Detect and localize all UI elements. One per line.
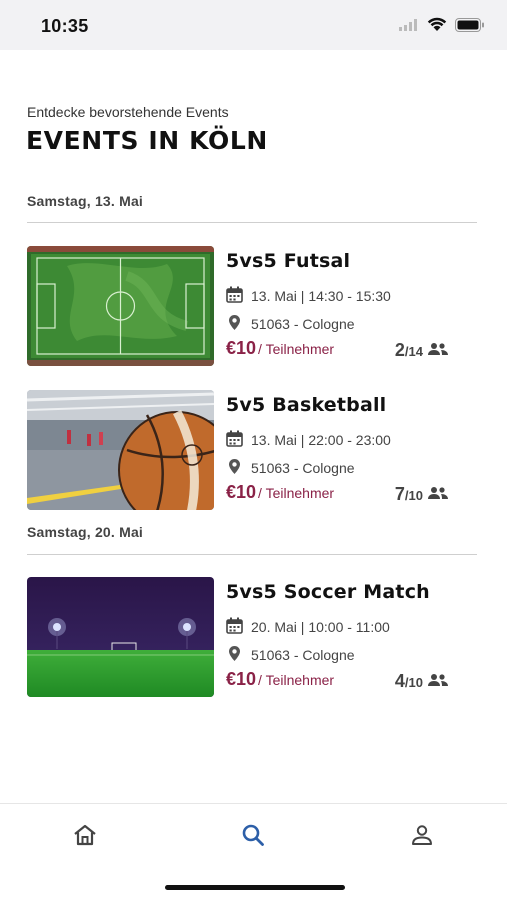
calendar-icon: [226, 286, 251, 306]
event-title: 5v5 Basketball: [226, 394, 387, 416]
event-datetime-row: 20. Mai | 10:00 - 11:00: [226, 617, 390, 637]
participants-taken: 7: [394, 484, 405, 504]
event-location-row: 51063 - Cologne: [226, 314, 355, 334]
event-location-row: 51063 - Cologne: [226, 645, 355, 665]
participant-count: 2 /14: [395, 340, 449, 361]
participant-count: 4 /10: [395, 671, 449, 692]
price-amount: €10: [226, 482, 257, 502]
price-unit: / Teilnehmer: [258, 341, 335, 357]
event-card-basketball[interactable]: 5v5 Basketball 13. Mai | 22:00 - 23:00 5…: [27, 390, 479, 510]
event-price: €10 / Teilnehmer: [226, 669, 334, 690]
price-unit: / Teilnehmer: [258, 485, 335, 501]
calendar-icon: [226, 430, 251, 450]
participants-taken: 2: [394, 340, 405, 360]
home-indicator: [165, 885, 345, 890]
home-icon: [72, 823, 98, 852]
nav-search-button[interactable]: [237, 821, 269, 853]
location-pin-icon: [226, 314, 251, 334]
location-pin-icon: [226, 458, 251, 478]
event-price: €10 / Teilnehmer: [226, 482, 334, 503]
participants-taken: 4: [394, 671, 405, 691]
event-info: 5vs5 Futsal 13. Mai | 14:30 - 15:30 5106…: [226, 246, 479, 366]
status-time: 10:35: [41, 16, 89, 36]
futsal-field-photo: [27, 246, 214, 366]
battery-icon: [455, 17, 485, 37]
event-datetime: 13. Mai | 22:00 - 23:00: [251, 432, 391, 448]
event-info: 5vs5 Soccer Match 20. Mai | 10:00 - 11:0…: [226, 577, 479, 697]
divider: [27, 554, 477, 555]
event-info: 5v5 Basketball 13. Mai | 22:00 - 23:00 5…: [226, 390, 479, 510]
soccer-night-photo: [27, 577, 214, 697]
event-title: 5vs5 Soccer Match: [226, 581, 430, 603]
location-pin-icon: [226, 645, 251, 665]
signal-icon: [399, 18, 419, 36]
status-bar: 10:35: [0, 0, 507, 50]
participant-count: 7 /10: [395, 484, 449, 505]
page-title: EVENTS IN KÖLN: [26, 126, 268, 155]
event-location: 51063 - Cologne: [251, 316, 355, 332]
participants-total: /10: [404, 675, 423, 690]
participants-total: /14: [404, 344, 423, 359]
event-datetime-row: 13. Mai | 22:00 - 23:00: [226, 430, 391, 450]
event-card-futsal[interactable]: 5vs5 Futsal 13. Mai | 14:30 - 15:30 5106…: [27, 246, 479, 366]
date-group-label: Samstag, 13. Mai: [27, 193, 144, 209]
people-icon: [423, 673, 449, 692]
price-amount: €10: [226, 669, 257, 689]
page-subtitle: Entdecke bevorstehende Events: [27, 104, 229, 120]
event-title: 5vs5 Futsal: [226, 250, 351, 272]
event-location: 51063 - Cologne: [251, 647, 355, 663]
search-icon: [241, 823, 265, 852]
people-icon: [423, 342, 449, 361]
nav-profile-button[interactable]: [406, 821, 438, 853]
profile-icon: [410, 823, 434, 852]
calendar-icon: [226, 617, 251, 637]
price-amount: €10: [226, 338, 257, 358]
price-unit: / Teilnehmer: [258, 672, 335, 688]
event-location-row: 51063 - Cologne: [226, 458, 355, 478]
date-group-label: Samstag, 20. Mai: [27, 524, 144, 540]
event-card-soccer[interactable]: 5vs5 Soccer Match 20. Mai | 10:00 - 11:0…: [27, 577, 479, 697]
event-location: 51063 - Cologne: [251, 460, 355, 476]
nav-home-button[interactable]: [69, 821, 101, 853]
participants-total: /10: [404, 488, 423, 503]
event-datetime: 20. Mai | 10:00 - 11:00: [251, 619, 390, 635]
event-price: €10 / Teilnehmer: [226, 338, 334, 359]
event-datetime: 13. Mai | 14:30 - 15:30: [251, 288, 391, 304]
event-datetime-row: 13. Mai | 14:30 - 15:30: [226, 286, 391, 306]
basketball-photo: [27, 390, 214, 510]
wifi-icon: [427, 17, 447, 37]
people-icon: [423, 486, 449, 505]
divider: [27, 222, 477, 223]
status-icons: [399, 17, 485, 37]
